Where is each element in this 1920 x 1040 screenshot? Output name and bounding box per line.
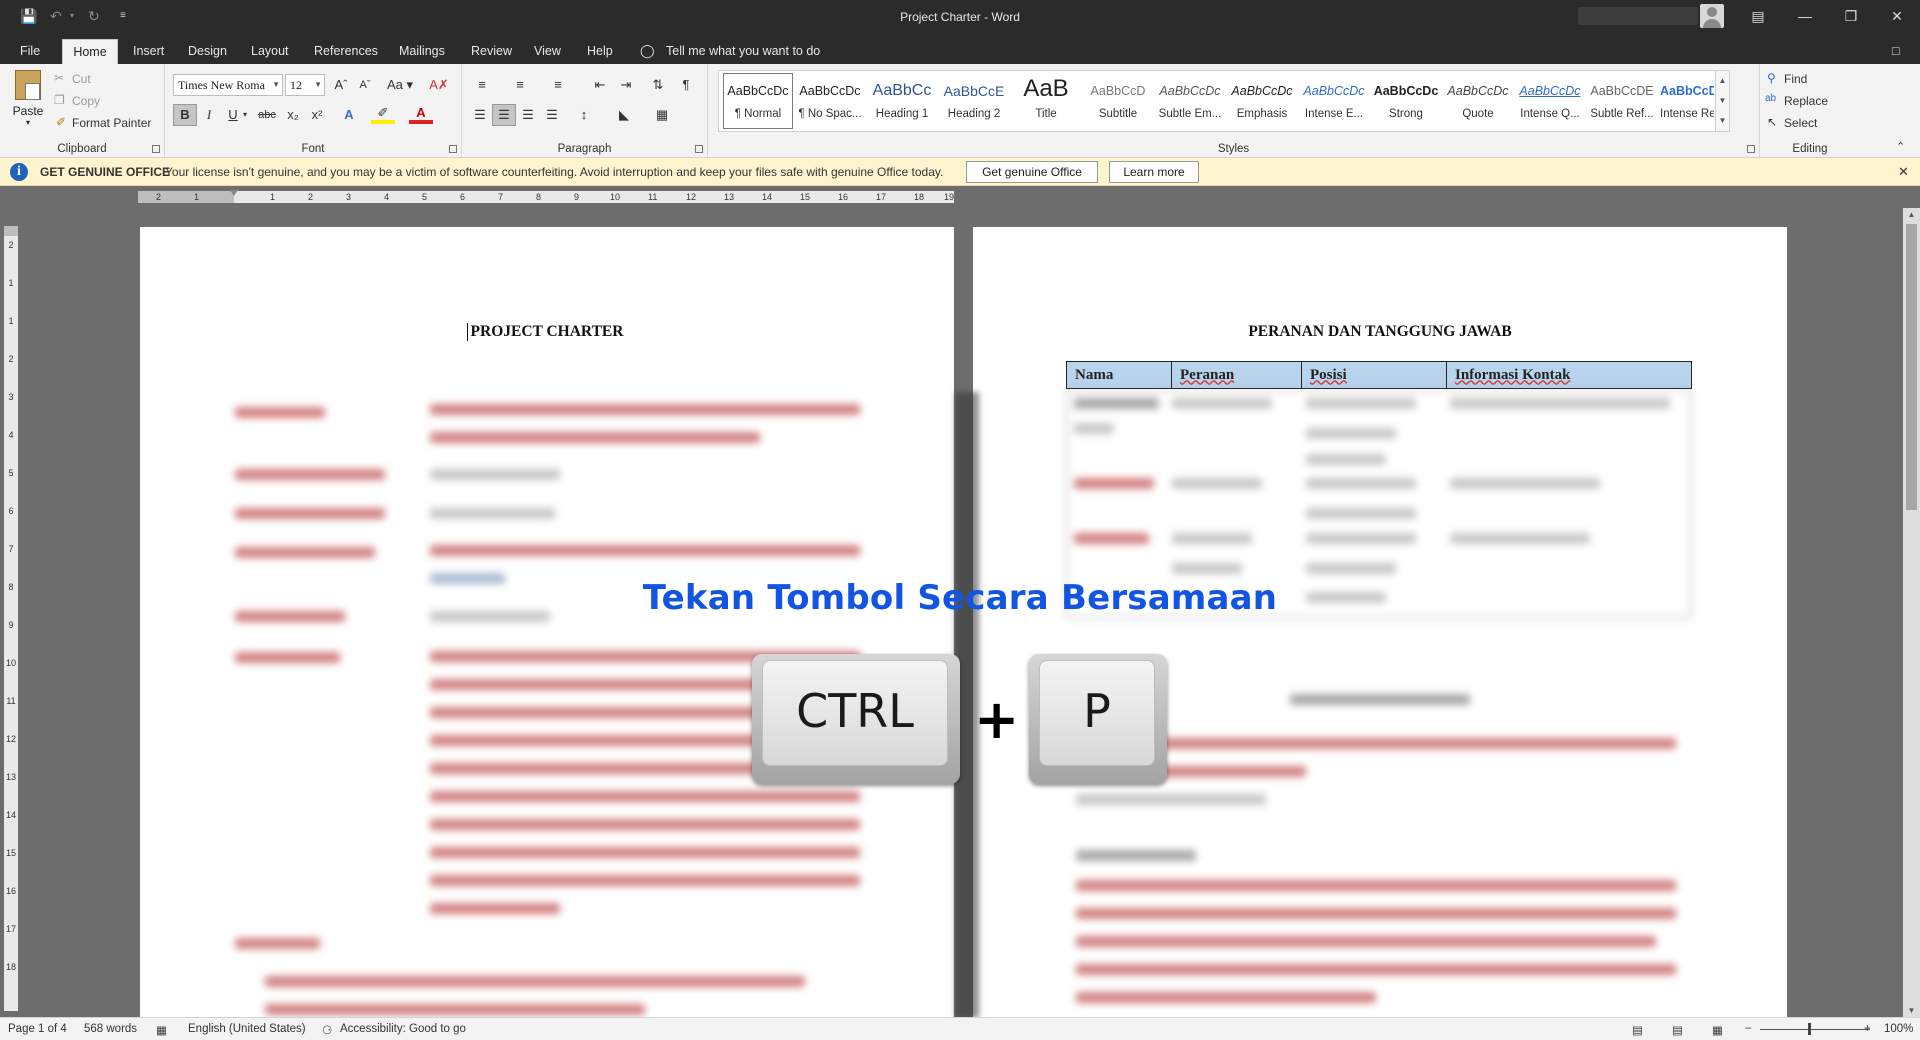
p-key: P (1029, 654, 1167, 784)
zoom-level[interactable]: 100% (1884, 1023, 1913, 1035)
print-layout-icon[interactable]: ▤ (1672, 1023, 1683, 1037)
read-mode-icon[interactable]: ▤ (1632, 1023, 1643, 1037)
ctrl-key: CTRL (752, 654, 960, 784)
web-layout-icon[interactable]: ▦ (1712, 1023, 1723, 1037)
zoom-in-icon[interactable]: + (1864, 1023, 1871, 1035)
blurred-text-page-2 (0, 0, 1900, 1017)
scroll-thumb[interactable] (1906, 224, 1917, 510)
language[interactable]: English (United States) (188, 1023, 306, 1035)
scroll-up-icon[interactable]: ▲ (1903, 210, 1920, 219)
overlay-caption: Tekan Tombol Secara Bersamaan (642, 578, 1278, 618)
vertical-scrollbar[interactable]: ▲ ▼ (1903, 208, 1920, 1017)
zoom-out-icon[interactable]: − (1745, 1023, 1752, 1035)
accessibility-icon: ⚆ (322, 1025, 333, 1037)
word-count[interactable]: 568 words (84, 1023, 137, 1035)
accessibility-status[interactable]: Accessibility: Good to go (340, 1023, 466, 1035)
page-count[interactable]: Page 1 of 4 (8, 1023, 67, 1035)
zoom-slider[interactable] (1760, 1029, 1870, 1030)
plus-sign: + (974, 688, 1020, 751)
proofing-icon[interactable]: ▦ (156, 1023, 167, 1037)
zoom-thumb[interactable] (1808, 1023, 1811, 1035)
status-bar: Page 1 of 4 568 words ▦ English (United … (0, 1017, 1920, 1040)
scroll-down-icon[interactable]: ▼ (1903, 1006, 1920, 1015)
